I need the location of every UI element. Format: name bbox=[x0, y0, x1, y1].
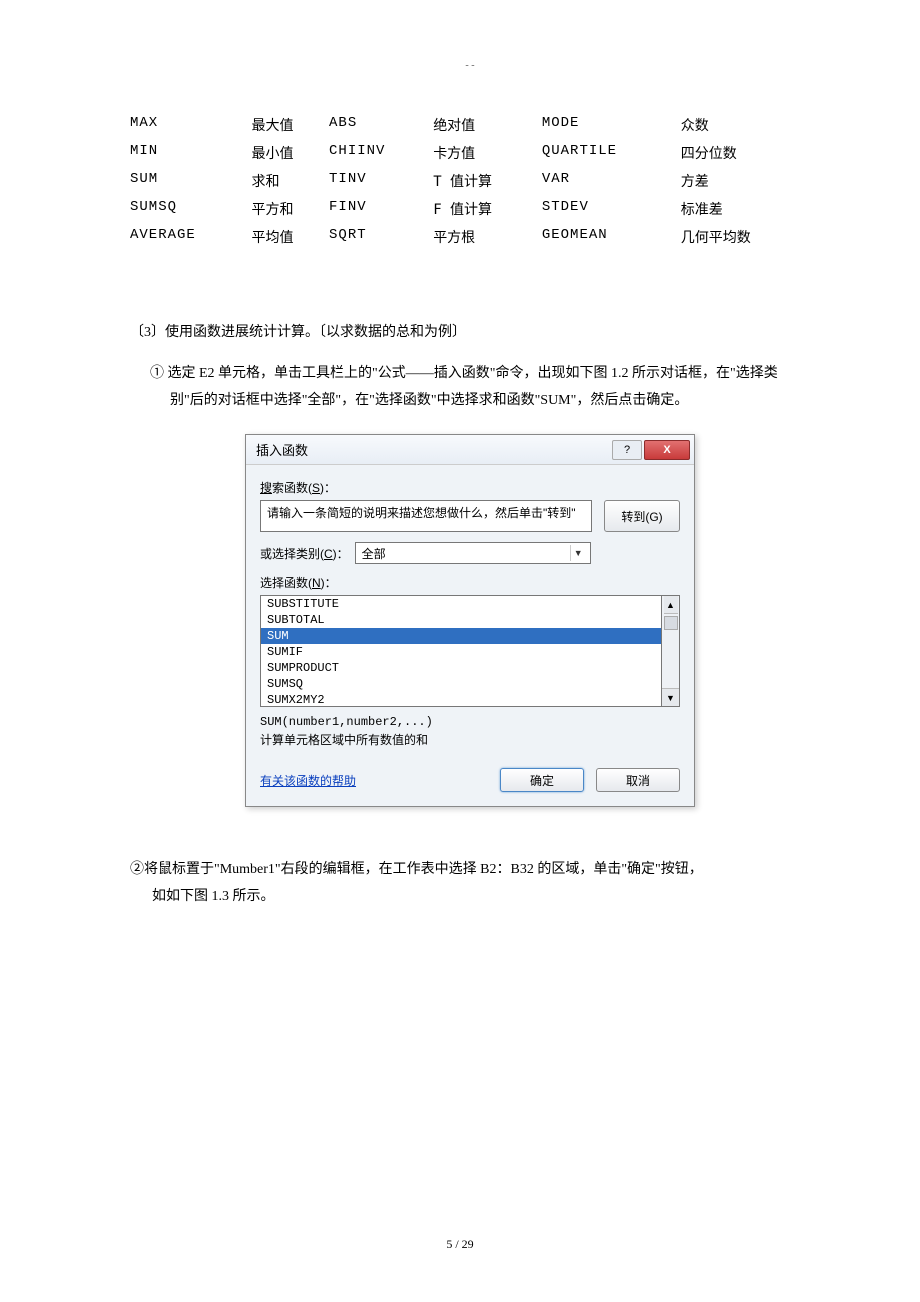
table-row: SUM 求和 TINV T 值计算 VAR 方差 bbox=[130, 167, 810, 195]
func-name: MODE bbox=[542, 111, 681, 139]
func-desc: 四分位数 bbox=[681, 139, 810, 167]
ok-button[interactable]: 确定 bbox=[500, 768, 584, 792]
insert-function-dialog: 插入函数 ? X 搜索函数(S)： 请输入一条简短的说明来描述您想做什么，然后单… bbox=[245, 434, 695, 807]
func-name: MAX bbox=[130, 111, 252, 139]
section-title: 〔3〕使用函数进展统计计算。〔以求数据的总和为例〕 bbox=[130, 321, 810, 341]
func-name: FINV bbox=[329, 195, 433, 223]
goto-button[interactable]: 转到(G) bbox=[604, 500, 680, 532]
function-syntax: SUM(number1,number2,...) bbox=[260, 715, 680, 729]
func-desc: 平方和 bbox=[252, 195, 330, 223]
category-label: 或选择类别(C)： bbox=[260, 545, 349, 562]
function-table: MAX 最大值 ABS 绝对值 MODE 众数 MIN 最小值 CHIINV 卡… bbox=[130, 111, 810, 251]
list-item[interactable]: SUBTOTAL bbox=[261, 612, 661, 628]
func-desc: 方差 bbox=[681, 167, 810, 195]
function-listbox[interactable]: SUBSTITUTE SUBTOTAL SUM SUMIF SUMPRODUCT… bbox=[260, 595, 662, 707]
function-description: 计算单元格区域中所有数值的和 bbox=[260, 731, 680, 748]
func-name: CHIINV bbox=[329, 139, 433, 167]
func-desc: 卡方值 bbox=[433, 139, 542, 167]
table-row: MAX 最大值 ABS 绝对值 MODE 众数 bbox=[130, 111, 810, 139]
search-input[interactable]: 请输入一条简短的说明来描述您想做什么，然后单击"转到" bbox=[260, 500, 592, 532]
func-desc: 绝对值 bbox=[433, 111, 542, 139]
func-name: MIN bbox=[130, 139, 252, 167]
scroll-thumb[interactable] bbox=[664, 616, 678, 630]
func-desc: 求和 bbox=[252, 167, 330, 195]
help-link[interactable]: 有关该函数的帮助 bbox=[260, 772, 356, 789]
listbox-scrollbar[interactable]: ▲ ▼ bbox=[662, 595, 680, 707]
func-desc: 最大值 bbox=[252, 111, 330, 139]
func-name: ABS bbox=[329, 111, 433, 139]
func-desc: 平方根 bbox=[433, 223, 542, 251]
select-function-label: 选择函数(N)： bbox=[260, 574, 680, 591]
func-desc: F 值计算 bbox=[433, 195, 542, 223]
dialog-title: 插入函数 bbox=[256, 440, 610, 459]
search-label: 搜索函数(S)： bbox=[260, 479, 680, 496]
func-desc: 标准差 bbox=[681, 195, 810, 223]
list-item[interactable]: SUMIF bbox=[261, 644, 661, 660]
func-desc: T 值计算 bbox=[433, 167, 542, 195]
page-number: 5 / 29 bbox=[0, 1237, 920, 1252]
help-button[interactable]: ? bbox=[612, 440, 642, 460]
func-name: GEOMEAN bbox=[542, 223, 681, 251]
step-2-text: ②将鼠标置于"Mumber1"右段的编辑框，在工作表中选择 B2：B32 的区域… bbox=[130, 857, 810, 910]
list-item[interactable]: SUMPRODUCT bbox=[261, 660, 661, 676]
func-name: SUM bbox=[130, 167, 252, 195]
scroll-up-icon[interactable]: ▲ bbox=[664, 596, 678, 614]
table-row: SUMSQ 平方和 FINV F 值计算 STDEV 标准差 bbox=[130, 195, 810, 223]
step-1-text: ① 选定 E2 单元格，单击工具栏上的"公式——插入函数"命令，出现如下图 1.… bbox=[150, 361, 810, 414]
list-item[interactable]: SUBSTITUTE bbox=[261, 596, 661, 612]
func-name: SUMSQ bbox=[130, 195, 252, 223]
header-mark: - - bbox=[130, 60, 810, 71]
list-item[interactable]: SUMX2MY2 bbox=[261, 692, 661, 707]
list-item[interactable]: SUMSQ bbox=[261, 676, 661, 692]
table-row: AVERAGE 平均值 SQRT 平方根 GEOMEAN 几何平均数 bbox=[130, 223, 810, 251]
scroll-down-icon[interactable]: ▼ bbox=[662, 688, 679, 706]
category-select[interactable]: 全部 ▼ bbox=[355, 542, 591, 564]
func-desc: 几何平均数 bbox=[681, 223, 810, 251]
dialog-titlebar[interactable]: 插入函数 ? X bbox=[246, 435, 694, 465]
func-name: VAR bbox=[542, 167, 681, 195]
func-name: QUARTILE bbox=[542, 139, 681, 167]
func-name: STDEV bbox=[542, 195, 681, 223]
func-name: TINV bbox=[329, 167, 433, 195]
table-row: MIN 最小值 CHIINV 卡方值 QUARTILE 四分位数 bbox=[130, 139, 810, 167]
cancel-button[interactable]: 取消 bbox=[596, 768, 680, 792]
func-name: SQRT bbox=[329, 223, 433, 251]
category-value: 全部 bbox=[362, 545, 386, 562]
func-desc: 最小值 bbox=[252, 139, 330, 167]
close-button[interactable]: X bbox=[644, 440, 690, 460]
func-name: AVERAGE bbox=[130, 223, 252, 251]
func-desc: 众数 bbox=[681, 111, 810, 139]
func-desc: 平均值 bbox=[252, 223, 330, 251]
dropdown-arrow-icon: ▼ bbox=[570, 545, 586, 561]
list-item-selected[interactable]: SUM bbox=[261, 628, 661, 644]
